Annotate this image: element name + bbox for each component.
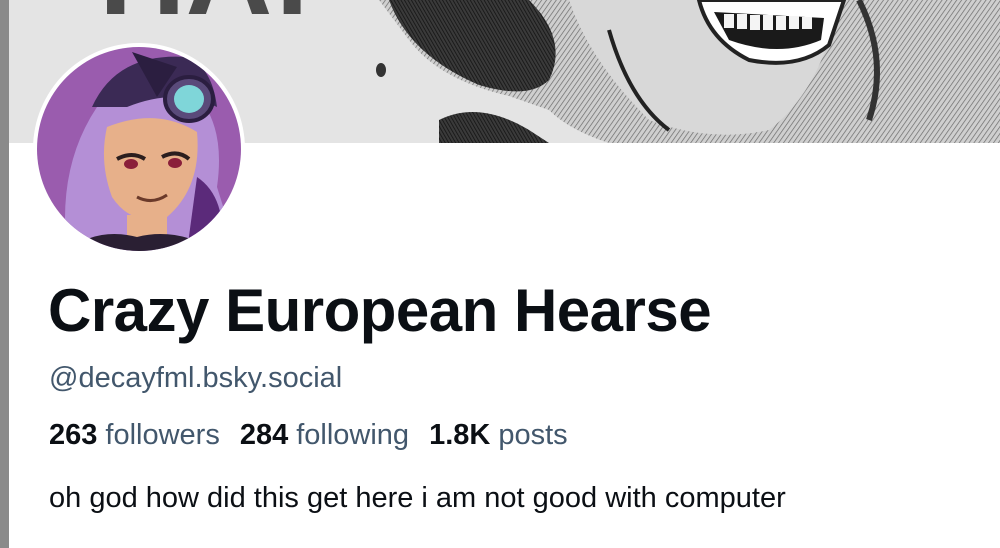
profile-handle: @decayfml.bsky.social [49, 362, 343, 394]
posts-stat: 1.8K posts [429, 419, 568, 452]
avatar[interactable] [33, 43, 245, 255]
followers-label: followers [105, 419, 220, 451]
following-count: 284 [239, 419, 289, 451]
profile-bio: oh god how did this get here i am not go… [49, 482, 786, 514]
display-name: Crazy European Hearse [48, 277, 712, 344]
following-label: following [296, 419, 410, 451]
profile-stats: 263 followers 284 following 1.8K posts [49, 419, 568, 452]
posts-count: 1.8K [429, 419, 491, 451]
following-link[interactable]: 284 following [240, 419, 409, 452]
followers-link[interactable]: 263 followers [49, 419, 220, 452]
avatar-image [37, 47, 241, 251]
followers-count: 263 [49, 419, 98, 451]
banner-text: HA! [99, 0, 312, 40]
left-border [0, 0, 9, 548]
posts-label: posts [498, 419, 568, 451]
